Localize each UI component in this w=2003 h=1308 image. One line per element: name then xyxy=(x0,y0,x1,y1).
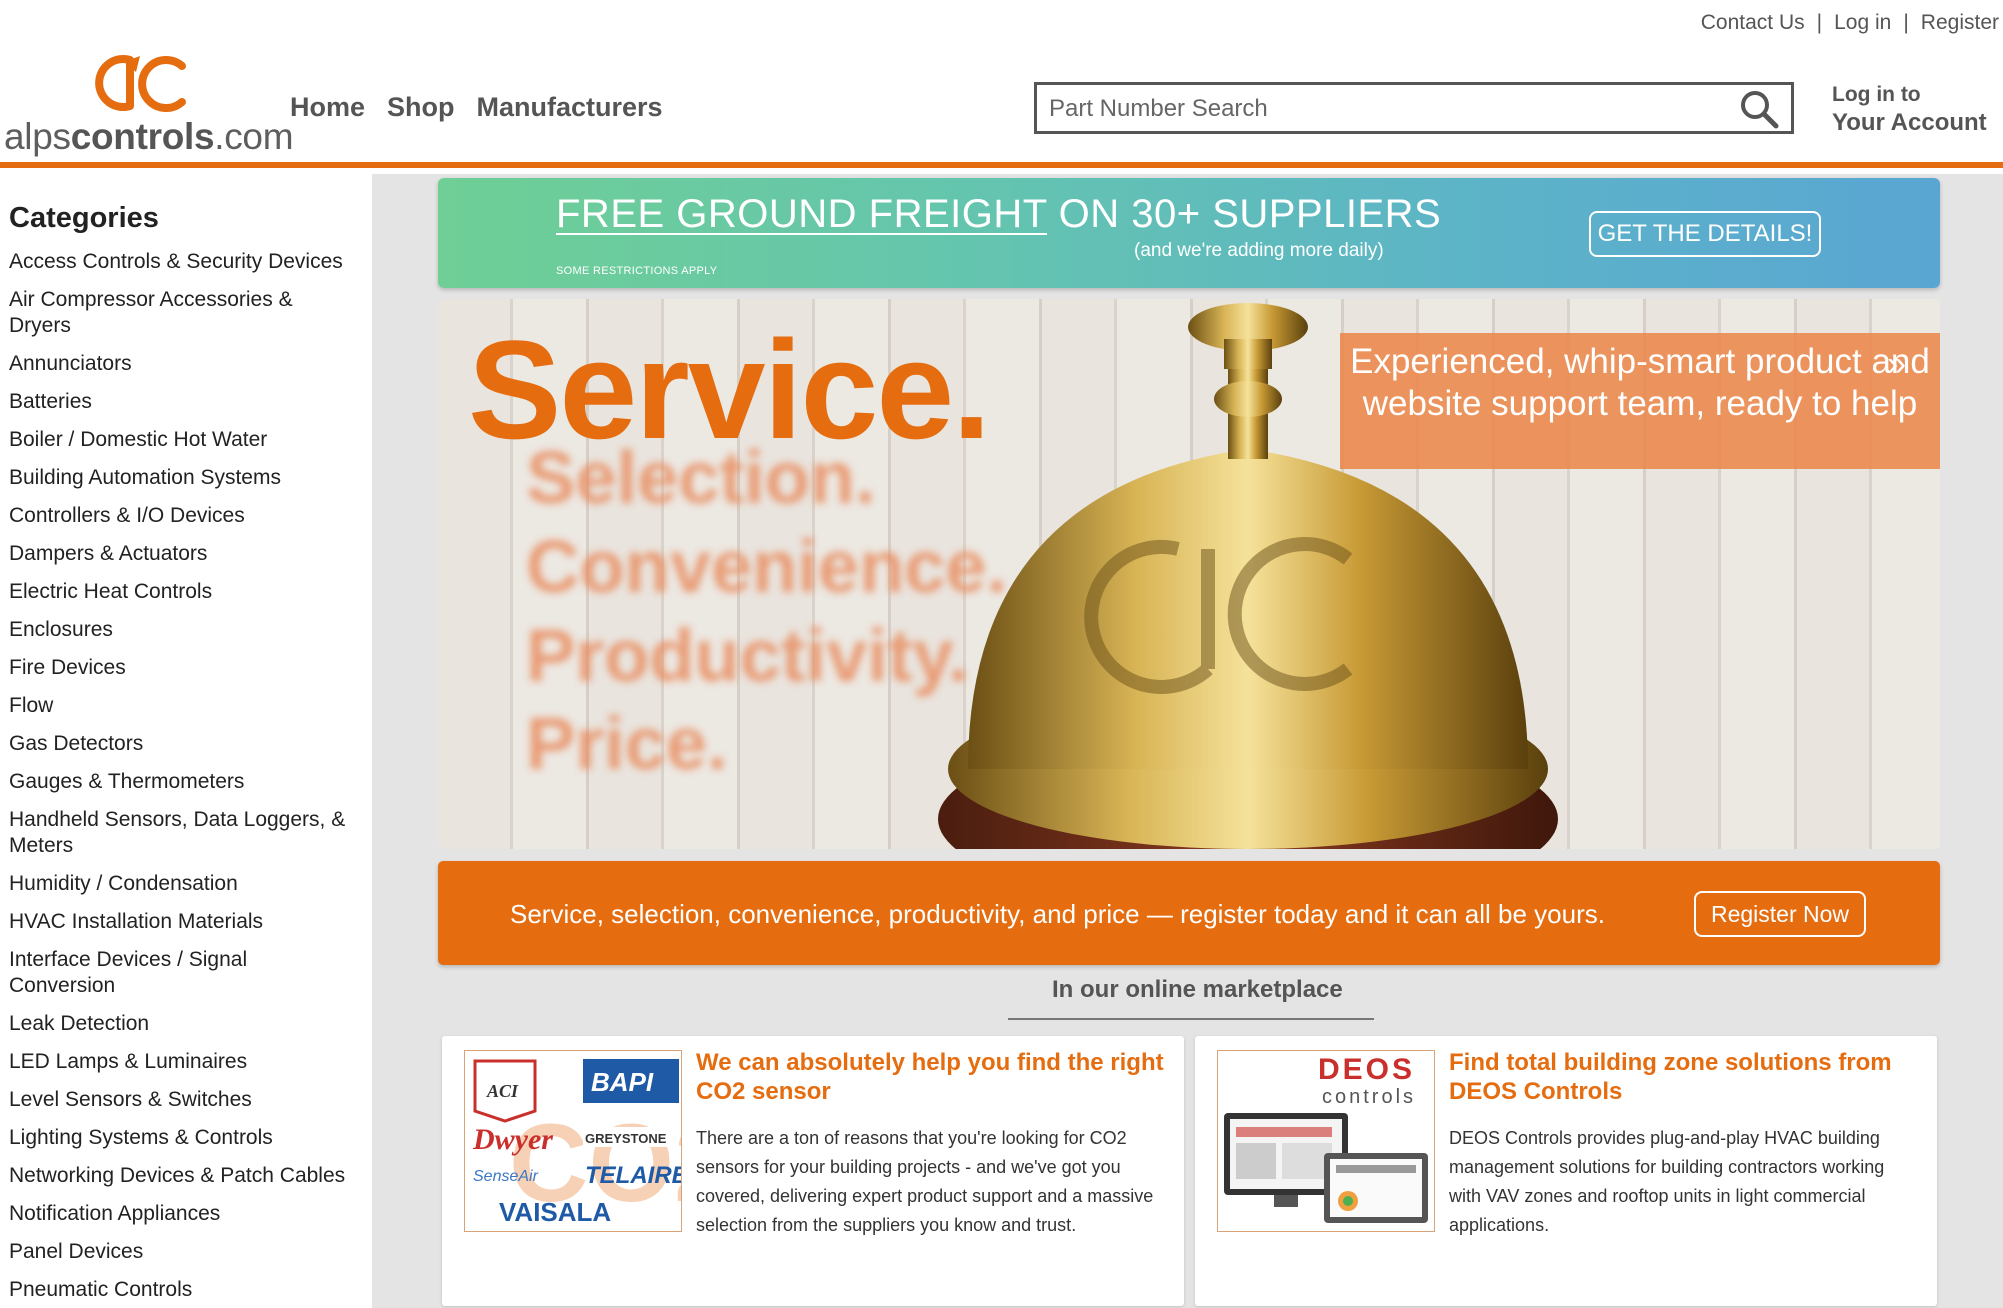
category-link[interactable]: Level Sensors & Switches xyxy=(9,1087,354,1113)
nav-home[interactable]: Home xyxy=(290,92,365,123)
get-details-button[interactable]: GET THE DETAILS! xyxy=(1589,211,1821,257)
contact-us-link[interactable]: Contact Us xyxy=(1701,11,1805,35)
part-search-box xyxy=(1034,82,1794,134)
main-nav: Home Shop Manufacturers xyxy=(290,92,663,123)
site-header: Contact Us | Log in | Register alpscontr… xyxy=(0,0,2003,168)
main-content: FREE GROUND FREIGHT ON 30+ SUPPLIERS (an… xyxy=(372,174,2003,1308)
svg-text:VAISALA: VAISALA xyxy=(499,1197,611,1227)
category-link[interactable]: Air Compressor Accessories & Dryers xyxy=(9,287,354,339)
svg-text:GREYSTONE: GREYSTONE xyxy=(585,1131,667,1146)
account-link[interactable]: Log in to Your Account xyxy=(1832,82,1987,138)
svg-text:Dwyer: Dwyer xyxy=(472,1123,553,1156)
account-line-1: Log in to xyxy=(1832,83,1921,106)
card-body: DEOS Controls provides plug-and-play HVA… xyxy=(1449,1128,1885,1235)
category-link[interactable]: Notification Appliances xyxy=(9,1201,354,1227)
account-line-2: Your Account xyxy=(1832,109,1987,137)
promo-fine-print: SOME RESTRICTIONS APPLY xyxy=(556,265,718,277)
category-link[interactable]: Pneumatic Controls xyxy=(9,1277,354,1303)
category-link[interactable]: Leak Detection xyxy=(9,1011,354,1037)
promo-subtitle: (and we're adding more daily) xyxy=(1134,240,1384,261)
register-now-button[interactable]: Register Now xyxy=(1694,891,1866,937)
category-link[interactable]: Fire Devices xyxy=(9,655,354,681)
category-link[interactable]: Handheld Sensors, Data Loggers, & Meters xyxy=(9,807,354,859)
svg-text:BAPI: BAPI xyxy=(591,1067,654,1097)
log-in-link[interactable]: Log in xyxy=(1834,11,1891,35)
divider xyxy=(1008,1018,1374,1020)
category-link[interactable]: HVAC Installation Materials xyxy=(9,909,354,935)
separator: | xyxy=(1903,11,1909,34)
svg-text:DEOS: DEOS xyxy=(1318,1053,1415,1086)
co2-logo-collage-icon: CO2 ACI BAPI Dwyer GREYSTONE SenseAir TE… xyxy=(472,1059,682,1227)
logo-mark-icon xyxy=(95,55,186,112)
category-link[interactable]: Lighting Systems & Controls xyxy=(9,1125,354,1151)
svg-text:ACI: ACI xyxy=(486,1081,519,1101)
svg-text:TELAIRE: TELAIRE xyxy=(585,1162,682,1189)
category-link[interactable]: Networking Devices & Patch Cables xyxy=(9,1163,354,1189)
hero-next-arrow-icon[interactable]: » xyxy=(1887,345,1906,384)
separator: | xyxy=(1816,11,1823,34)
category-link[interactable]: Panel Devices xyxy=(9,1239,354,1265)
register-link[interactable]: Register xyxy=(1921,11,1999,35)
category-link[interactable]: Batteries xyxy=(9,389,354,415)
category-link[interactable]: Annunciators xyxy=(9,351,354,377)
category-link[interactable]: Interface Devices / Signal Conversion xyxy=(9,947,354,999)
hero-banner[interactable]: Service. Selection. Convenience. Product… xyxy=(438,299,1940,849)
logo-wordmark: alpscontrols.com xyxy=(4,116,294,157)
category-link[interactable]: Access Controls & Security Devices xyxy=(9,249,354,275)
register-cta-banner: Service, selection, convenience, product… xyxy=(438,861,1940,965)
card-title[interactable]: Find total building zone solutions from … xyxy=(1449,1048,1919,1106)
card-title[interactable]: We can absolutely help you find the righ… xyxy=(696,1048,1166,1106)
category-link[interactable]: Gauges & Thermometers xyxy=(9,769,354,795)
category-link[interactable]: Electric Heat Controls xyxy=(9,579,354,605)
category-link[interactable]: Building Automation Systems xyxy=(9,465,354,491)
categories-sidebar: Categories Access Controls & Security De… xyxy=(0,174,372,1308)
svg-text:SenseAir: SenseAir xyxy=(473,1168,539,1185)
nav-shop[interactable]: Shop xyxy=(387,92,455,123)
promo-title: FREE GROUND FREIGHT ON 30+ SUPPLIERS xyxy=(556,192,1442,236)
category-link[interactable]: Flow xyxy=(9,693,354,719)
site-logo[interactable]: alpscontrols.com xyxy=(4,52,294,162)
hero-support-note: Experienced, whip-smart product and webs… xyxy=(1340,333,1940,469)
nav-manufacturers[interactable]: Manufacturers xyxy=(477,92,663,123)
category-link[interactable]: LED Lamps & Luminaires xyxy=(9,1049,354,1075)
search-icon[interactable] xyxy=(1739,89,1779,129)
svg-text:controls: controls xyxy=(1322,1086,1416,1108)
deos-controls-image: DEOS controls xyxy=(1217,1050,1435,1232)
category-link[interactable]: Controllers & I/O Devices xyxy=(9,503,354,529)
cta-text: Service, selection, convenience, product… xyxy=(510,899,1605,929)
categories-heading: Categories xyxy=(9,202,159,234)
category-list: Access Controls & Security Devices Air Co… xyxy=(9,249,372,1303)
free-freight-banner[interactable]: FREE GROUND FREIGHT ON 30+ SUPPLIERS (an… xyxy=(438,178,1940,288)
utility-nav: Contact Us | Log in | Register xyxy=(1701,10,1999,36)
category-link[interactable]: Gas Detectors xyxy=(9,731,354,757)
marketplace-title: In our online marketplace xyxy=(1052,976,1343,1003)
deos-logo-screens-icon: DEOS controls xyxy=(1224,1053,1428,1223)
co2-sensor-card[interactable]: CO2 ACI BAPI Dwyer GREYSTONE SenseAir TE… xyxy=(442,1036,1184,1306)
deos-controls-card[interactable]: DEOS controls Find total building zone s… xyxy=(1195,1036,1937,1306)
category-link[interactable]: Dampers & Actuators xyxy=(9,541,354,567)
category-link[interactable]: Boiler / Domestic Hot Water xyxy=(9,427,354,453)
co2-suppliers-image: CO2 ACI BAPI Dwyer GREYSTONE SenseAir TE… xyxy=(464,1050,682,1232)
part-number-search-input[interactable] xyxy=(1049,93,1709,125)
category-link[interactable]: Enclosures xyxy=(9,617,354,643)
card-body: There are a ton of reasons that you're l… xyxy=(696,1128,1154,1235)
category-link[interactable]: Humidity / Condensation xyxy=(9,871,354,897)
